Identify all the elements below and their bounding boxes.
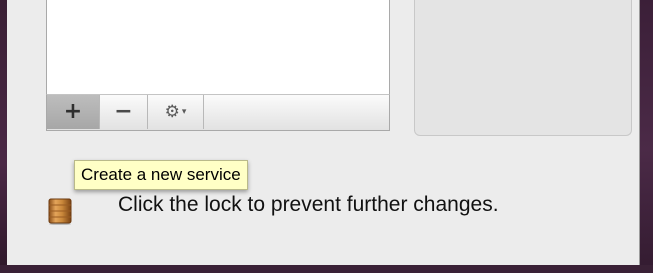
plus-icon: + <box>63 99 83 124</box>
add-service-button[interactable]: + <box>47 95 100 129</box>
chevron-down-icon: ▾ <box>181 107 187 117</box>
lock-open-icon[interactable] <box>48 189 74 226</box>
desktop-background-left <box>0 0 7 273</box>
remove-service-button[interactable]: − <box>100 95 148 129</box>
service-action-menu-button[interactable]: ⚙ ▾ <box>148 95 204 129</box>
service-detail-pane <box>414 0 632 136</box>
gear-icon: ⚙ <box>164 101 180 122</box>
add-service-tooltip: Create a new service <box>74 160 248 190</box>
lock-status-label: Click the lock to prevent further change… <box>118 193 499 216</box>
service-list-button-bar: + − ⚙ ▾ <box>46 95 390 131</box>
desktop-background-right <box>639 0 653 273</box>
minus-icon: − <box>114 99 133 124</box>
desktop-background-bottom <box>0 265 653 273</box>
service-list[interactable] <box>46 0 390 95</box>
